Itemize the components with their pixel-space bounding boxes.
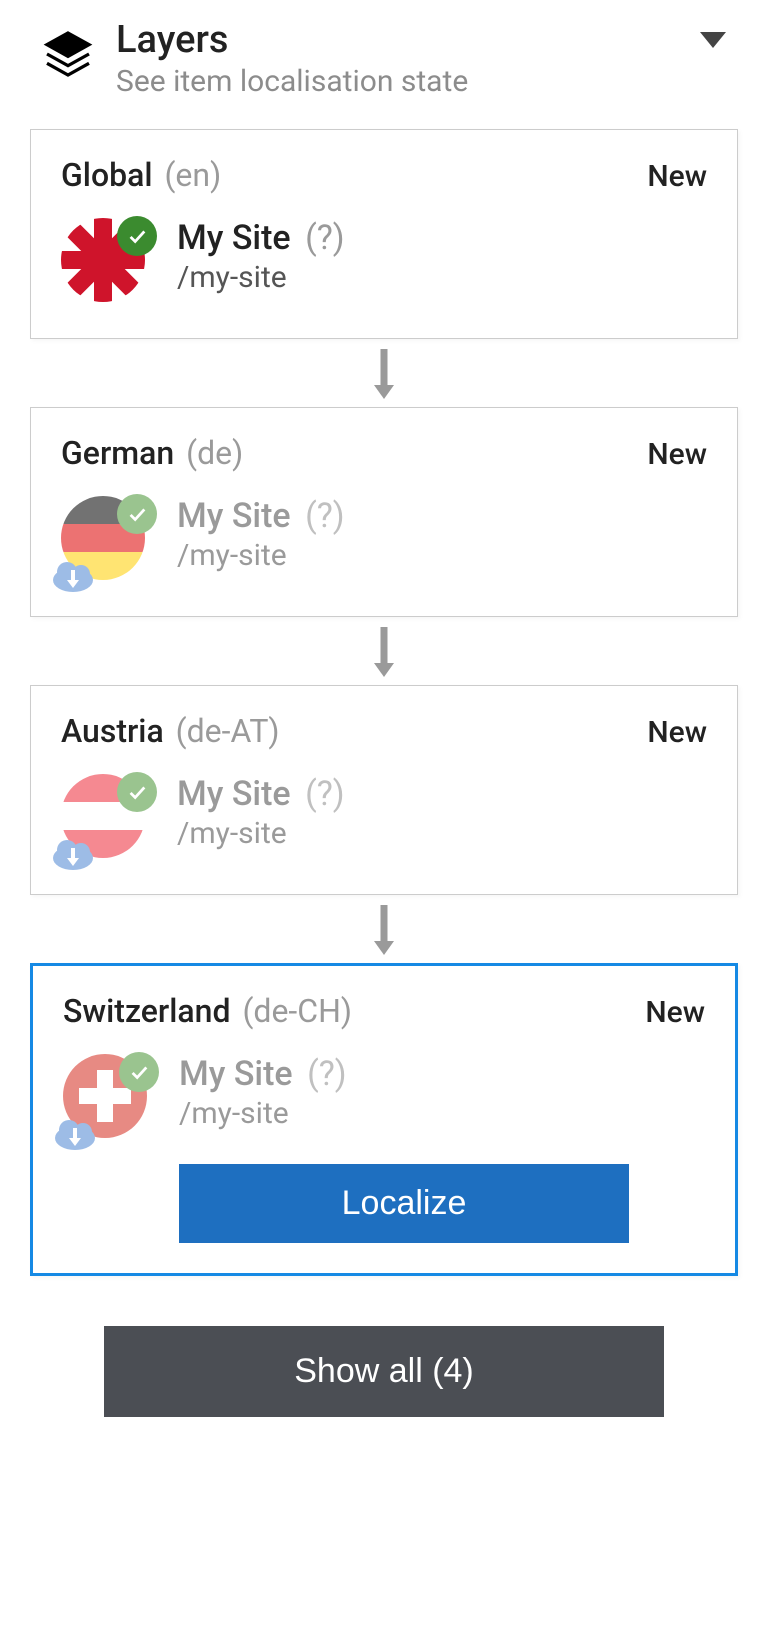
layer-title: Switzerland xyxy=(63,992,230,1030)
site-name: My Site xyxy=(179,1054,293,1094)
cloud-download-icon xyxy=(53,1116,97,1150)
check-icon xyxy=(117,494,157,534)
site-name: My Site xyxy=(177,496,291,536)
site-name-suffix: (?) xyxy=(307,1054,347,1094)
localize-button[interactable]: Localize xyxy=(179,1164,629,1243)
panel-header: Layers See item localisation state xyxy=(30,20,738,99)
layer-card-german[interactable]: German (de) New My Site (?) xyxy=(30,407,738,617)
arrow-down-icon xyxy=(30,617,738,685)
show-all-button[interactable]: Show all (4) xyxy=(104,1326,664,1417)
flag-badge xyxy=(61,774,151,864)
layer-status: New xyxy=(647,715,707,750)
layer-card-switzerland[interactable]: Switzerland (de-CH) New My Site xyxy=(30,963,738,1276)
layer-title: Global xyxy=(61,156,153,194)
cloud-download-icon xyxy=(51,558,95,592)
layer-title: Austria xyxy=(61,712,164,750)
site-name: My Site xyxy=(177,774,291,814)
check-icon xyxy=(117,216,157,256)
flag-badge xyxy=(61,218,151,308)
site-name: My Site xyxy=(177,218,291,258)
layer-locale: (de-AT) xyxy=(176,712,280,750)
arrow-down-icon xyxy=(30,339,738,407)
check-icon xyxy=(119,1052,159,1092)
check-icon xyxy=(117,772,157,812)
site-name-suffix: (?) xyxy=(305,218,345,258)
panel-title: Layers xyxy=(116,20,678,62)
layer-locale: (en) xyxy=(164,156,221,194)
layers-icon xyxy=(40,20,96,86)
cloud-download-icon xyxy=(51,836,95,870)
layer-status: New xyxy=(647,159,707,194)
layer-title: German xyxy=(61,434,174,472)
flag-badge xyxy=(63,1054,153,1144)
layer-status: New xyxy=(645,995,705,1030)
site-name-suffix: (?) xyxy=(305,496,345,536)
collapse-toggle[interactable] xyxy=(698,30,728,54)
site-name-suffix: (?) xyxy=(305,774,345,814)
site-path: /my-site xyxy=(177,816,345,851)
site-path: /my-site xyxy=(177,260,345,295)
arrow-down-icon xyxy=(30,895,738,963)
layer-card-global[interactable]: Global (en) New My Site (?) / xyxy=(30,129,738,339)
site-path: /my-site xyxy=(177,538,345,573)
layer-locale: (de) xyxy=(186,434,243,472)
flag-badge xyxy=(61,496,151,586)
layer-locale: (de-CH) xyxy=(242,992,352,1030)
panel-subtitle: See item localisation state xyxy=(116,64,678,99)
layer-status: New xyxy=(647,437,707,472)
site-path: /my-site xyxy=(179,1096,347,1131)
layer-card-austria[interactable]: Austria (de-AT) New My Site (? xyxy=(30,685,738,895)
